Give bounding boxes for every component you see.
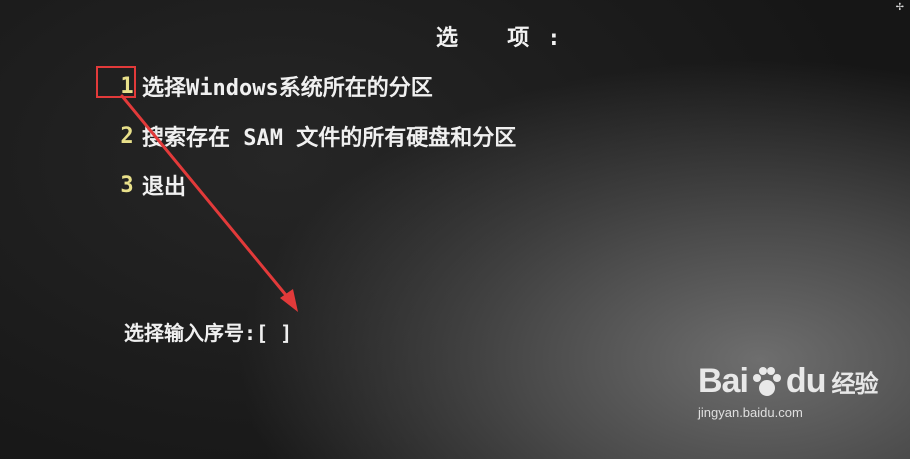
logo-text-right: du <box>785 362 827 400</box>
corner-mark-icon: ✢ <box>895 2 904 13</box>
logo-text-left: Bai <box>698 362 749 400</box>
baidu-jingyan-watermark: Bai du 经验 jingyan.baidu.com <box>698 362 878 420</box>
bios-screen: ✢ 选 项: 1 选择Windows系统所在的分区 2 搜索存在 SAM 文件的… <box>0 0 910 459</box>
menu-item-1[interactable]: 1 选择Windows系统所在的分区 <box>112 70 433 102</box>
menu-item-number: 2 <box>120 123 134 149</box>
menu-item-number: 3 <box>120 172 134 198</box>
paw-icon <box>752 366 781 396</box>
selection-input-prompt[interactable]: 选择输入序号:[ ] <box>124 317 292 346</box>
logo-brand-cn: 经验 <box>831 371 878 398</box>
baidu-logo: Bai du 经验 <box>698 362 878 401</box>
menu-item-label: 选择Windows系统所在的分区 <box>142 76 433 101</box>
menu-item-3[interactable]: 3 退出 <box>112 169 186 201</box>
menu-item-label: 退出 <box>142 175 187 200</box>
watermark-url: jingyan.baidu.com <box>698 405 803 420</box>
menu-item-label: 搜索存在 SAM 文件的所有硬盘和分区 <box>142 126 517 151</box>
menu-item-2[interactable]: 2 搜索存在 SAM 文件的所有硬盘和分区 <box>112 120 516 152</box>
options-title: 选 项: <box>436 26 579 51</box>
highlight-box-annotation <box>96 66 136 98</box>
